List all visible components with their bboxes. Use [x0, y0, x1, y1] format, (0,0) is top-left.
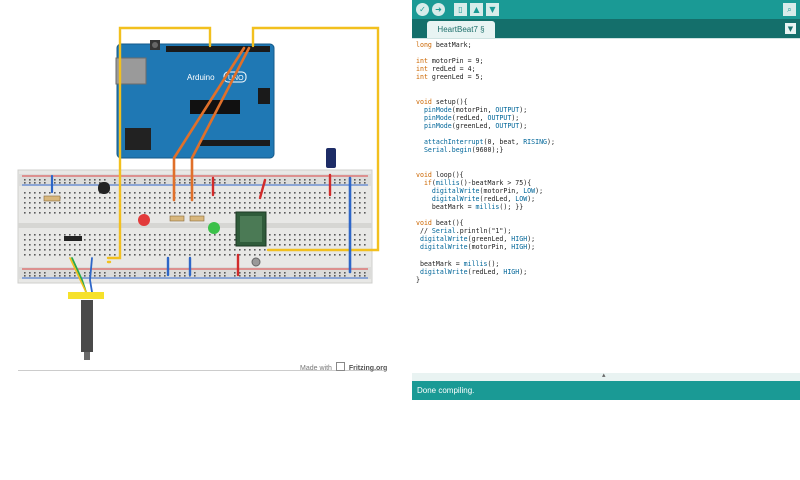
red-led [138, 214, 150, 226]
down-arrow-icon[interactable]: ▼ [486, 3, 499, 16]
footer-brand: Fritzing.org [348, 365, 388, 372]
code-line: void beat(){ [416, 219, 464, 228]
vibration-motor [81, 300, 93, 352]
collapse-up-icon[interactable]: ▴ [602, 371, 606, 379]
icsp-header [258, 88, 270, 104]
resistor [189, 215, 205, 222]
code-line: attachInterrupt(0, beat, RISING); [423, 138, 555, 147]
right-arrow-icon[interactable]: ➜ [432, 3, 445, 16]
digital-header [166, 46, 270, 52]
resistor [169, 215, 185, 222]
code-line: beatMark = millis(); }} [416, 202, 524, 211]
tab-bar: HeartBeat7 § ▼ [412, 19, 800, 38]
sketch-code[interactable]: long beatMark; int motorPin = 9; int red… [416, 41, 555, 284]
up-arrow-icon[interactable]: ▲ [470, 3, 483, 16]
power-jack [125, 128, 151, 150]
code-line: long beatMark; [416, 41, 472, 49]
capacitor [326, 148, 336, 168]
tab-heartbeat7[interactable]: HeartBeat7 § [427, 21, 495, 38]
code-line: void setup(){ [416, 97, 468, 106]
code-line: pinMode(redLed, OUTPUT); [423, 113, 520, 122]
transistor [98, 182, 110, 194]
fritzing-breadboard-view: Arduino UNO Made with Fritzing.org [0, 0, 405, 380]
code-line: digitalWrite(motorPin, HIGH); [419, 243, 536, 252]
code-line: digitalWrite(redLed, LOW); [431, 194, 536, 203]
board-label: Arduino [187, 73, 215, 82]
breadboard [17, 169, 373, 284]
fritzing-footer: Made with Fritzing.org [300, 362, 387, 372]
green-led [208, 222, 220, 234]
analog-header [200, 140, 270, 146]
code-line: // Serial.println("1"); [416, 227, 512, 236]
code-line: int redLed = 4; [416, 65, 476, 74]
arduino-ide-window: ✓ ➜ ▯ ▲ ▼ ⌕ HeartBeat7 § ▼ long beatMark… [412, 0, 800, 400]
tab-menu-chevron-icon[interactable]: ▼ [785, 23, 796, 34]
code-line: int greenLed = 5; [416, 73, 484, 82]
code-line: void loop(){ [416, 170, 464, 179]
code-line: digitalWrite(motorPin, LOW); [431, 186, 544, 195]
board-model: UNO [228, 75, 244, 82]
fritzing-logo-icon [335, 362, 345, 371]
arduino-uno-board: Arduino UNO [115, 40, 275, 159]
footer-prefix: Made with [300, 365, 332, 372]
ide-toolbar: ✓ ➜ ▯ ▲ ▼ ⌕ [412, 0, 800, 19]
editor-divider[interactable]: ▴ [412, 371, 800, 381]
code-line: int motorPin = 9; [416, 57, 484, 66]
code-line: beatMark = millis(); [416, 259, 500, 268]
status-bar: Done compiling. [412, 381, 800, 400]
circuit-diagram: Arduino UNO [17, 26, 380, 360]
code-editor[interactable]: long beatMark; int motorPin = 9; int red… [412, 38, 800, 374]
motor-mount [68, 292, 104, 299]
code-line: } [416, 275, 420, 284]
resistor [43, 195, 61, 202]
checkmark-icon[interactable]: ✓ [416, 3, 429, 16]
code-line: Serial.begin(9600);} [423, 146, 504, 155]
code-line: digitalWrite(greenLed, HIGH); [419, 235, 536, 244]
magnifier-icon[interactable]: ⌕ [783, 3, 796, 16]
code-line: digitalWrite(redLed, HIGH); [419, 267, 528, 276]
new-file-icon[interactable]: ▯ [454, 3, 467, 16]
diode [64, 236, 82, 241]
status-message: Done compiling. [417, 386, 475, 395]
code-line: pinMode(greenLed, OUTPUT); [423, 121, 528, 130]
code-line: if(millis()-beatMark > 75){ [423, 178, 532, 187]
code-line: pinMode(motorPin, OUTPUT); [423, 105, 528, 114]
